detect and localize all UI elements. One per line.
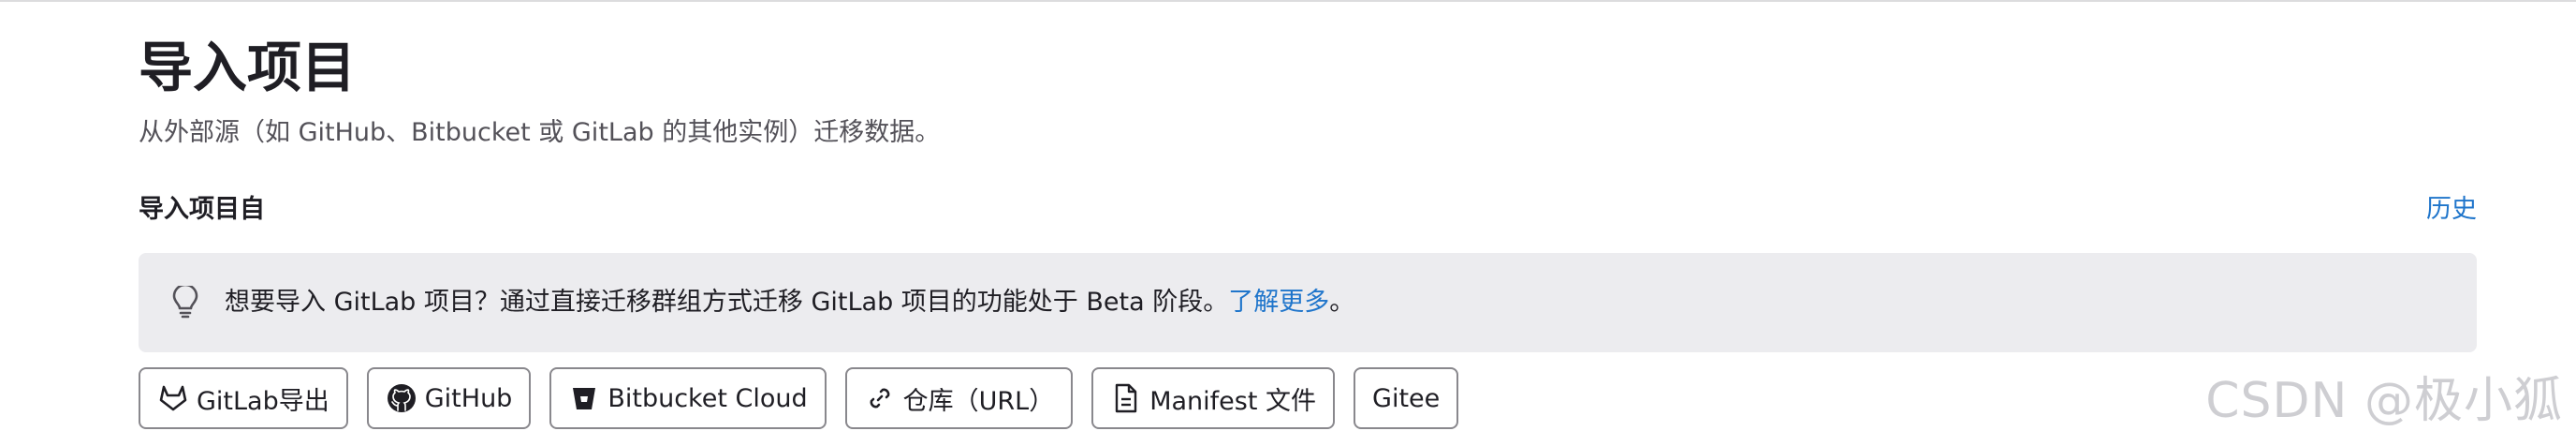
alert-message: 想要导入 GitLab 项目？通过直接迁移群组方式迁移 GitLab 项目的功能… — [225, 288, 1229, 317]
github-label: GitHub — [424, 383, 513, 413]
beta-info-alert: 想要导入 GitLab 项目？通过直接迁移群组方式迁移 GitLab 项目的功能… — [139, 253, 2477, 352]
csdn-watermark: CSDN @极小狐 — [2205, 373, 2563, 429]
import-project-page: 导入项目 从外部源（如 GitHub、Bitbucket 或 GitLab 的其… — [139, 28, 2477, 429]
page-title: 导入项目 — [139, 36, 357, 99]
alert-suffix: 。 — [1329, 288, 1355, 317]
import-source-buttons: GitLab导出 GitHub Bitbucket Cloud 仓库（URL） … — [139, 367, 2477, 429]
manifest-file-button[interactable]: Manifest 文件 — [1091, 367, 1336, 429]
repository-url-button[interactable]: 仓库（URL） — [844, 367, 1074, 429]
section-header: 导入项目自 历史 — [139, 189, 2477, 230]
alert-text: 想要导入 GitLab 项目？通过直接迁移群组方式迁移 GitLab 项目的功能… — [225, 284, 1354, 321]
history-link[interactable]: 历史 — [2426, 189, 2477, 230]
github-button[interactable]: GitHub — [366, 367, 532, 429]
bitbucket-cloud-button[interactable]: Bitbucket Cloud — [549, 367, 827, 429]
gitlab-export-label: GitLab导出 — [197, 386, 329, 416]
gitlab-tanuki-icon — [157, 382, 189, 414]
manifest-file-label: Manifest 文件 — [1149, 386, 1317, 416]
bitbucket-cloud-label: Bitbucket Cloud — [607, 383, 808, 413]
learn-more-link[interactable]: 了解更多 — [1228, 288, 1329, 317]
repository-url-label: 仓库（URL） — [902, 386, 1055, 416]
github-octocat-icon — [386, 382, 417, 414]
document-icon — [1110, 382, 1142, 414]
section-title: 导入项目自 — [139, 195, 265, 224]
page-description: 从外部源（如 GitHub、Bitbucket 或 GitLab 的其他实例）迁… — [139, 118, 941, 147]
gitee-label: Gitee — [1372, 383, 1441, 413]
top-border — [0, 0, 2576, 2]
gitee-button[interactable]: Gitee — [1354, 367, 1459, 429]
link-icon — [864, 382, 896, 414]
lightbulb-icon — [167, 284, 204, 321]
gitlab-export-button[interactable]: GitLab导出 — [139, 367, 348, 429]
bitbucket-icon — [568, 382, 600, 414]
